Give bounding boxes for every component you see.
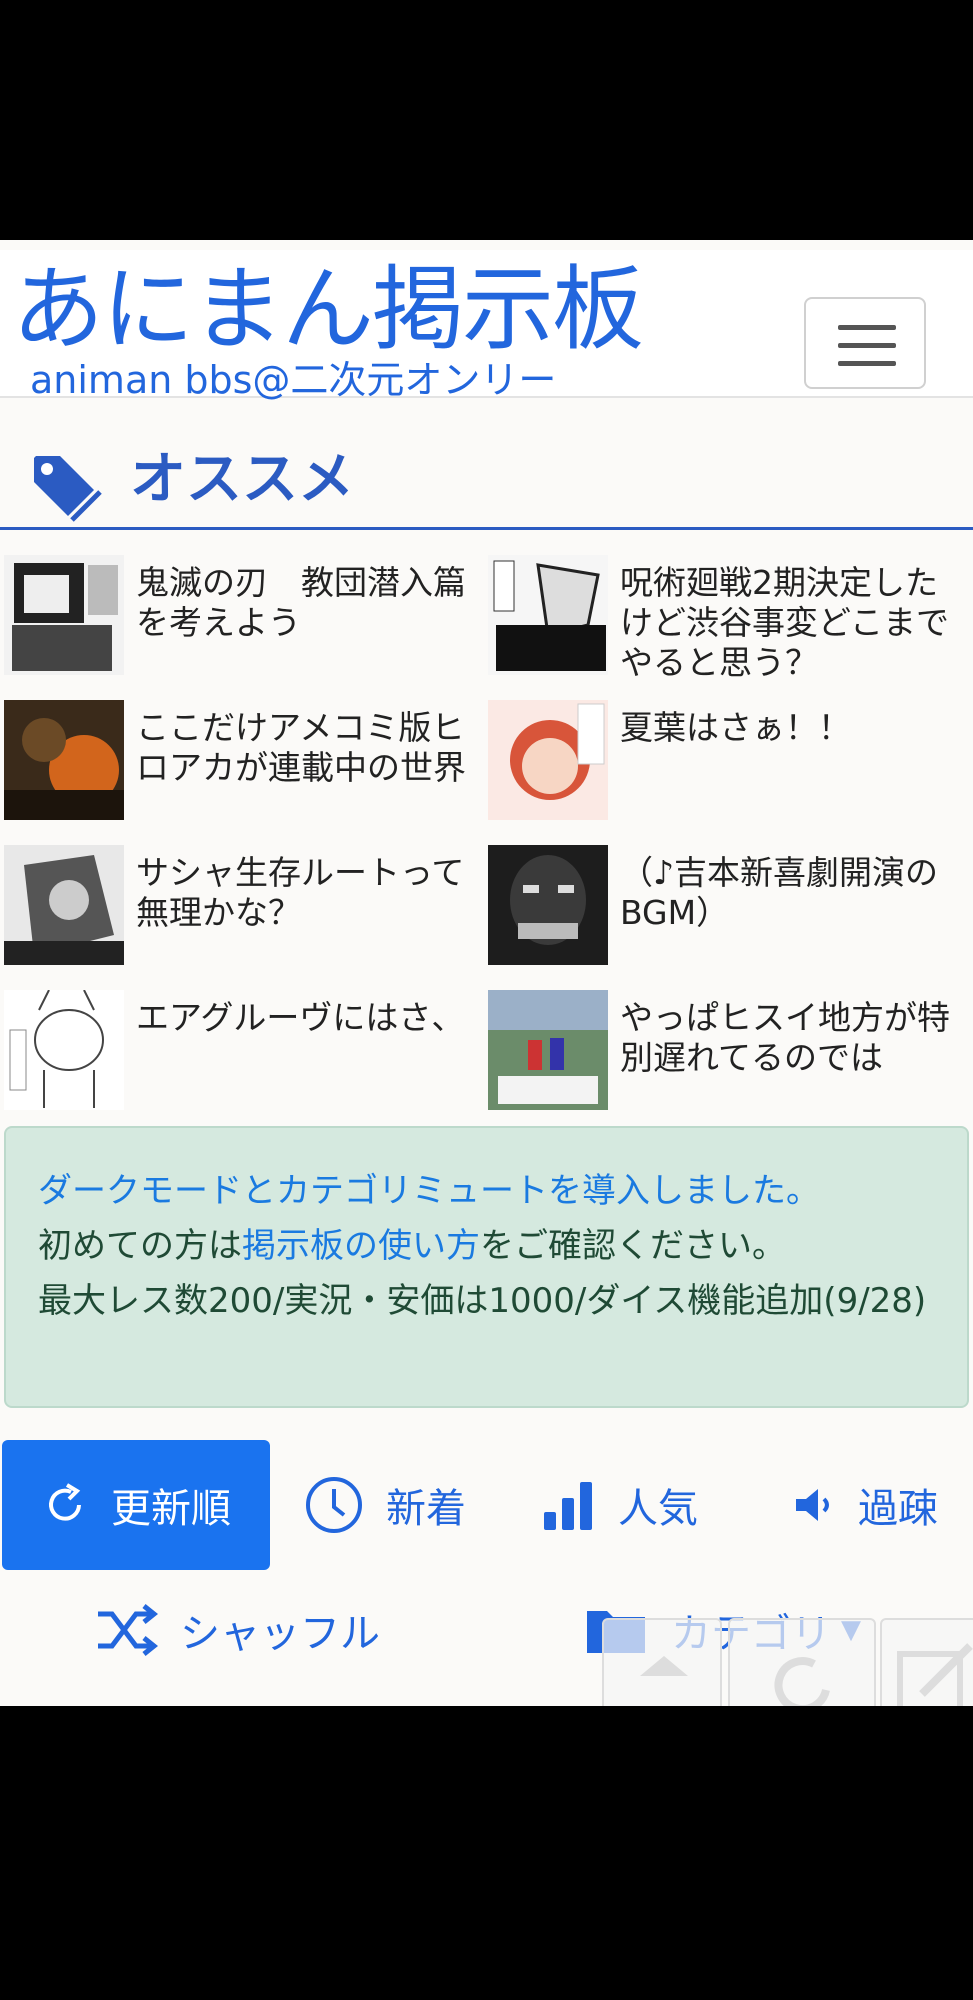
recommend-item[interactable]: 鬼滅の刃 教団潜入篇を考えよう <box>0 555 480 695</box>
thread-thumbnail <box>488 990 608 1110</box>
tab-new[interactable]: 新着 <box>290 1440 480 1570</box>
refresh-icon <box>41 1481 89 1529</box>
tab-inactive[interactable]: 過疎 <box>770 1440 960 1570</box>
reload-button[interactable] <box>728 1618 876 1706</box>
notice-text: をご確認ください。 <box>480 1226 786 1266</box>
recommend-item[interactable]: やっぱヒスイ地方が特別遅れてるのでは <box>484 990 964 1130</box>
page: あにまん掲示板 animan bbs@二次元オンリー オススメ 鬼滅の刃 教団潜… <box>0 240 973 1706</box>
bar-chart-icon <box>542 1478 596 1532</box>
sort-tabs: 更新順 新着 人気 過疎 <box>0 1440 973 1580</box>
tab-updated[interactable]: 更新順 <box>2 1440 270 1570</box>
thread-title: 呪術廻戦2期決定したけど渋谷事変どこまでやると思う？ <box>620 563 950 682</box>
clock-icon <box>304 1475 364 1535</box>
recommend-item[interactable]: サシャ生存ルートって無理かな？ <box>0 845 480 985</box>
hamburger-icon-bar <box>838 361 896 366</box>
notice-box: ダークモードとカテゴリミュートを導入しました。 初めての方は掲示板の使い方をご確… <box>4 1126 969 1408</box>
thread-thumbnail <box>4 700 124 820</box>
thread-thumbnail <box>488 555 608 675</box>
tab-label: 人気 <box>618 1486 698 1532</box>
tab-label: 過疎 <box>858 1486 938 1532</box>
tab-label: 更新順 <box>111 1486 231 1532</box>
thread-thumbnail <box>4 845 124 965</box>
notice-text: 初めての方は <box>38 1226 242 1266</box>
tab-popular[interactable]: 人気 <box>525 1440 715 1570</box>
status-bar-area <box>0 0 973 240</box>
hamburger-icon-bar <box>838 343 896 348</box>
site-header: あにまん掲示板 animan bbs@二次元オンリー <box>0 250 973 402</box>
pencil-icon <box>897 1643 973 1706</box>
recommend-item[interactable]: ここだけアメコミ版ヒロアカが連載中の世界 <box>0 700 480 840</box>
new-thread-button[interactable] <box>880 1618 973 1706</box>
shuffle-button[interactable]: シャッフル <box>96 1580 380 1680</box>
recommend-item[interactable]: （♪吉本新喜劇開演のBGM） <box>484 845 964 985</box>
thread-thumbnail <box>4 990 124 1110</box>
thread-title: 夏葉はさぁ！！ <box>620 708 851 747</box>
thread-thumbnail <box>488 845 608 965</box>
scroll-top-button[interactable] <box>602 1618 722 1706</box>
tab-label: 新着 <box>386 1486 466 1532</box>
thread-title: サシャ生存ルートって無理かな？ <box>136 853 465 932</box>
thread-thumbnail <box>4 555 124 675</box>
thread-title: やっぱヒスイ地方が特別遅れてるのでは <box>620 998 950 1077</box>
thread-thumbnail <box>488 700 608 820</box>
notice-line-3: 最大レス数200/実況・安価は1000/ダイス機能追加(9/28) <box>38 1281 927 1321</box>
thread-title: （♪吉本新喜劇開演のBGM） <box>620 853 939 932</box>
refresh-icon <box>774 1657 830 1706</box>
recommend-item[interactable]: 夏葉はさぁ！！ <box>484 700 964 840</box>
notice-dark-mode-link[interactable]: ダークモードとカテゴリミュートを導入しました。 <box>38 1171 820 1211</box>
arrow-up-icon <box>640 1656 688 1676</box>
hamburger-menu-button[interactable] <box>804 297 926 389</box>
hamburger-icon <box>838 325 896 330</box>
tag-icon <box>34 456 102 522</box>
how-to-use-link[interactable]: 掲示板の使い方 <box>242 1226 480 1266</box>
recommend-header: オススメ <box>0 400 973 530</box>
recommend-item[interactable]: エアグルーヴにはさ、 <box>0 990 480 1130</box>
site-logo[interactable]: あにまん掲示板 <box>12 260 644 360</box>
notice-line-1: ダークモードとカテゴリミュートを導入しました。 <box>38 1164 935 1219</box>
notice-line-2: 初めての方は掲示板の使い方をご確認ください。 <box>38 1219 935 1274</box>
site-logo-subtitle: animan bbs@二次元オンリー <box>30 358 557 402</box>
recommend-title: オススメ <box>130 447 354 512</box>
shuffle-icon <box>96 1604 158 1656</box>
speaker-icon <box>792 1483 836 1527</box>
thread-title: エアグルーヴにはさ、 <box>136 998 465 1037</box>
thread-title: ここだけアメコミ版ヒロアカが連載中の世界 <box>136 708 466 787</box>
shuffle-label: シャッフル <box>180 1611 380 1657</box>
thread-title: 鬼滅の刃 教団潜入篇を考えよう <box>136 563 466 642</box>
navigation-bar-area <box>0 1706 973 2000</box>
recommend-item[interactable]: 呪術廻戦2期決定したけど渋谷事変どこまでやると思う？ <box>484 555 964 695</box>
